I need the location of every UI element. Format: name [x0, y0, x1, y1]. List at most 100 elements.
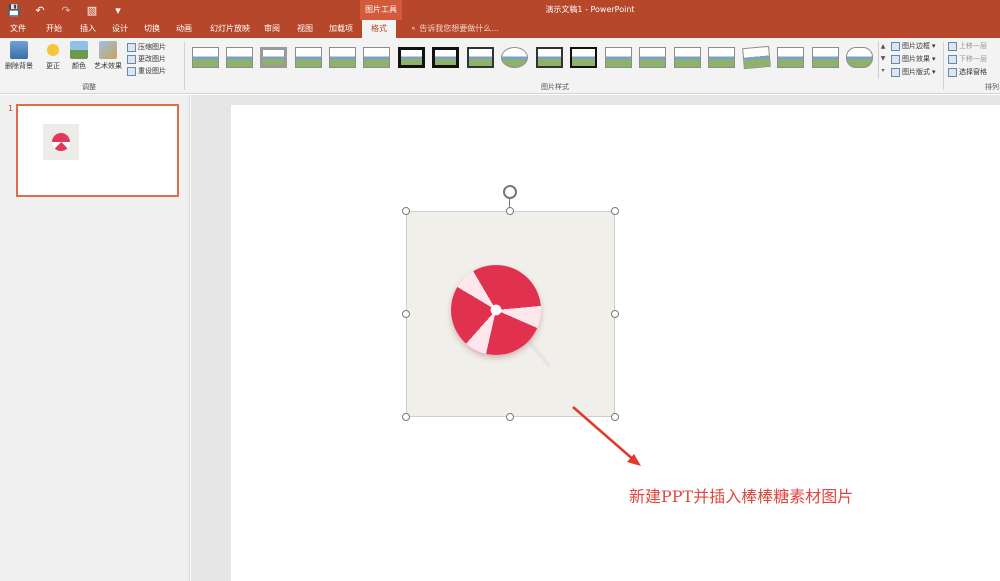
- color-label: 颜色: [72, 62, 86, 70]
- sun-icon: [44, 41, 62, 59]
- slide-thumbnail-pane: 1: [0, 95, 190, 581]
- picture-style-thumb[interactable]: [674, 47, 701, 68]
- slide-thumbnail[interactable]: [16, 104, 179, 197]
- reset-picture-label: 重设图片: [138, 67, 166, 75]
- dropdown-arrow-icon: ▾: [932, 42, 936, 50]
- chevron-down-icon[interactable]: ▼: [879, 53, 887, 65]
- picture-style-thumb[interactable]: [329, 47, 356, 68]
- slide-editing-area: 新建PPT并插入棒棒糖素材图片: [191, 95, 1000, 581]
- tab-design[interactable]: 设计: [112, 20, 128, 38]
- group-divider: [184, 42, 185, 90]
- reset-picture-button[interactable]: 重设图片: [127, 66, 166, 76]
- send-backward-icon: [948, 54, 957, 64]
- tell-me-search[interactable]: ⚬ 告诉我您想要做什么...: [410, 20, 499, 38]
- picture-style-thumb[interactable]: [570, 47, 597, 68]
- gallery-scrollbar[interactable]: ▲ ▼ ▾: [878, 41, 887, 79]
- picture-border-icon: [891, 41, 900, 51]
- group-divider: [943, 42, 944, 90]
- picture-effects-button[interactable]: 图片效果 ▾: [891, 54, 936, 64]
- tab-insert[interactable]: 插入: [80, 20, 96, 38]
- selection-pane-icon: [948, 67, 957, 77]
- color-icon: [70, 41, 88, 59]
- dropdown-arrow-icon: ▾: [932, 55, 936, 63]
- picture-style-thumb[interactable]: [363, 47, 390, 68]
- ribbon-tab-row: 文件 开始 插入 设计 切换 动画 幻灯片放映 审阅 视图 加载项 格式 ⚬ 告…: [0, 20, 1000, 38]
- tab-slideshow[interactable]: 幻灯片放映: [210, 20, 250, 38]
- compress-label: 压缩图片: [138, 43, 166, 51]
- picture-layout-button[interactable]: 图片版式 ▾: [891, 67, 936, 77]
- tab-view[interactable]: 视图: [297, 20, 313, 38]
- picture-style-thumb[interactable]: [846, 47, 873, 68]
- tab-animations[interactable]: 动画: [176, 20, 192, 38]
- picture-style-thumb[interactable]: [708, 47, 735, 68]
- picture-style-thumb[interactable]: [812, 47, 839, 68]
- tell-me-placeholder: 告诉我您想要做什么...: [419, 24, 499, 33]
- remove-background-button[interactable]: 删除背景: [4, 41, 34, 71]
- arrange-group-label: 排列: [985, 83, 999, 91]
- change-picture-label: 更改图片: [138, 55, 166, 63]
- compress-icon: [127, 42, 136, 52]
- picture-style-thumb[interactable]: [639, 47, 666, 68]
- bring-forward-button[interactable]: 上移一层: [948, 41, 987, 51]
- lollipop-icon: [52, 133, 70, 151]
- picture-effects-icon: [891, 54, 900, 64]
- annotation-caption: 新建PPT并插入棒棒糖素材图片: [629, 487, 854, 506]
- title-bar: 💾 ↶ ↷ ▧ ▾ 图片工具 演示文稿1 - PowerPoint: [0, 0, 1000, 20]
- dropdown-arrow-icon: ▾: [932, 68, 936, 76]
- selection-pane-button[interactable]: 选择窗格: [948, 67, 987, 77]
- adjust-group-label: 调整: [82, 83, 96, 91]
- artistic-effects-button[interactable]: 艺术效果: [92, 41, 124, 71]
- picture-style-thumb[interactable]: [226, 47, 253, 68]
- bring-forward-icon: [948, 41, 957, 51]
- picture-style-thumb[interactable]: [742, 45, 771, 70]
- artistic-effects-label: 艺术效果: [94, 62, 122, 70]
- picture-style-thumb[interactable]: [192, 47, 219, 68]
- annotation-arrow: [572, 406, 641, 466]
- send-backward-button[interactable]: 下移一层: [948, 54, 987, 64]
- picture-style-thumb[interactable]: [295, 47, 322, 68]
- picture-styles-gallery: [188, 42, 878, 76]
- slide-canvas[interactable]: 新建PPT并插入棒棒糖素材图片: [231, 105, 1000, 581]
- picture-border-button[interactable]: 图片边框 ▾: [891, 41, 936, 51]
- tab-transitions[interactable]: 切换: [144, 20, 160, 38]
- picture-styles-group-label: 图片样式: [541, 83, 569, 91]
- remove-background-icon: [10, 41, 28, 59]
- selection-pane-label: 选择窗格: [959, 68, 987, 76]
- tab-format[interactable]: 格式: [362, 20, 396, 38]
- picture-style-thumb[interactable]: [777, 47, 804, 68]
- picture-style-thumb[interactable]: [536, 47, 563, 68]
- ribbon: 删除背景 更正 颜色 艺术效果 压缩图片 更改图片 重设图片 调整 ▲ ▼ ▾ …: [0, 38, 1000, 94]
- remove-background-label: 删除背景: [5, 62, 33, 70]
- reset-picture-icon: [127, 66, 136, 76]
- picture-style-thumb[interactable]: [432, 47, 459, 68]
- picture-style-thumb[interactable]: [501, 47, 528, 68]
- tab-addins[interactable]: 加载项: [329, 20, 353, 38]
- tab-review[interactable]: 审阅: [264, 20, 280, 38]
- tab-file[interactable]: 文件: [10, 20, 26, 38]
- arrow-shaft: [572, 406, 636, 462]
- corrections-button[interactable]: 更正: [40, 41, 66, 71]
- send-backward-label: 下移一层: [959, 55, 987, 63]
- slide-number: 1: [8, 104, 14, 113]
- picture-style-thumb[interactable]: [467, 47, 494, 68]
- compress-pictures-button[interactable]: 压缩图片: [127, 42, 166, 52]
- color-button[interactable]: 颜色: [68, 41, 90, 71]
- thumbnail-picture: [43, 124, 79, 160]
- picture-layout-label: 图片版式: [902, 68, 930, 76]
- bring-forward-label: 上移一层: [959, 42, 987, 50]
- picture-layout-icon: [891, 67, 900, 77]
- chevron-up-icon[interactable]: ▲: [879, 41, 887, 53]
- change-picture-button[interactable]: 更改图片: [127, 54, 166, 64]
- picture-border-label: 图片边框: [902, 42, 930, 50]
- artistic-effects-icon: [99, 41, 117, 59]
- picture-style-thumb[interactable]: [398, 47, 425, 68]
- picture-style-thumb[interactable]: [605, 47, 632, 68]
- more-icon[interactable]: ▾: [879, 65, 887, 77]
- picture-effects-label: 图片效果: [902, 55, 930, 63]
- picture-style-thumb[interactable]: [260, 47, 287, 68]
- document-title: 演示文稿1 - PowerPoint: [545, 5, 635, 14]
- corrections-label: 更正: [46, 62, 60, 70]
- change-picture-icon: [127, 54, 136, 64]
- tab-home[interactable]: 开始: [46, 20, 62, 38]
- lightbulb-icon: ⚬: [410, 24, 417, 33]
